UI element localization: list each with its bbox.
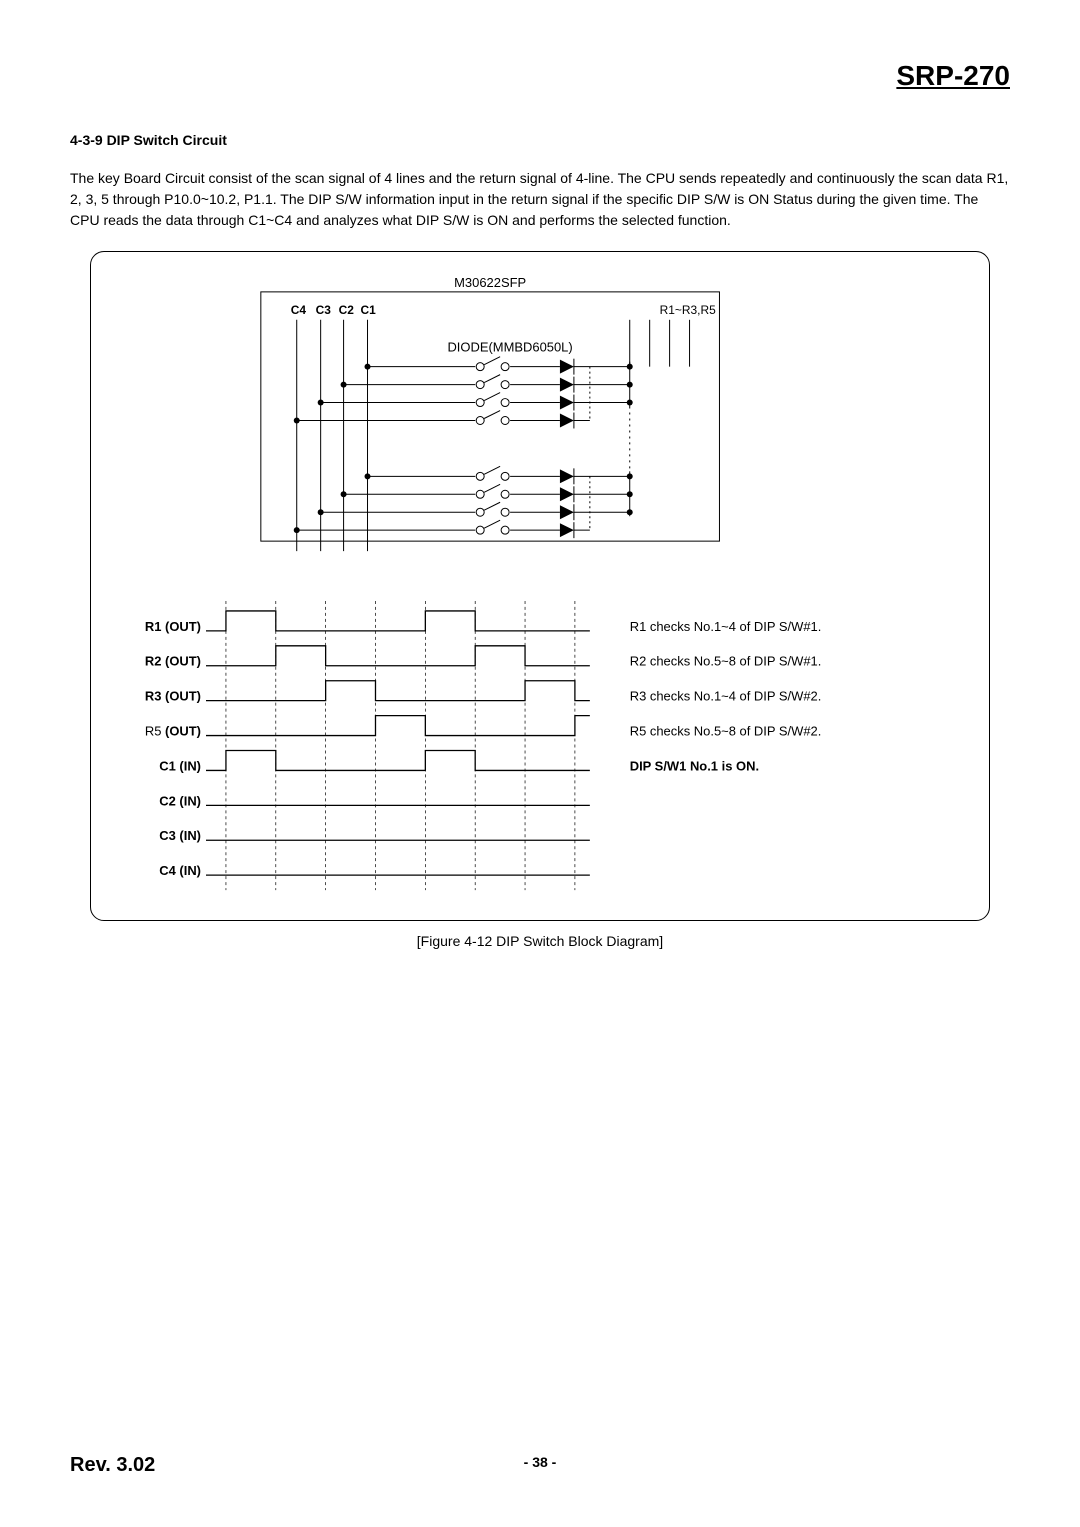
c4-label: C4	[291, 303, 307, 317]
r-bus-label: R1~R3,R5	[660, 303, 716, 317]
diagram-svg: M30622SFP C4 C3 C2 C1 R1~R3,R5 DIODE(MMB…	[91, 252, 989, 920]
section-paragraph: The key Board Circuit consist of the sca…	[70, 168, 1010, 231]
mcu-label: M30622SFP	[454, 275, 526, 290]
page-number: - 38 -	[524, 1454, 557, 1470]
diode-label: DIODE(MMBD6050L)	[447, 340, 572, 355]
dip-switch-diagram: M30622SFP C4 C3 C2 C1 R1~R3,R5 DIODE(MMB…	[90, 251, 990, 921]
timing-label-c4: C4 (IN)	[159, 863, 201, 878]
section-heading: 4-3-9 DIP Switch Circuit	[70, 132, 1010, 148]
timing-status: DIP S/W1 No.1 is ON.	[630, 758, 759, 773]
timing-note-r3: R3 checks No.1~4 of DIP S/W#2.	[630, 689, 822, 704]
timing-label-r3: R3 (OUT)	[145, 689, 201, 704]
revision-label: Rev. 3.02	[70, 1454, 155, 1477]
timing-label-c2: C2 (IN)	[159, 793, 201, 808]
timing-note-r1: R1 checks No.1~4 of DIP S/W#1.	[630, 619, 822, 634]
document-model-header: SRP-270	[70, 60, 1010, 92]
c3-label: C3	[316, 303, 332, 317]
switch-bank-1	[294, 357, 633, 429]
timing-label-c1: C1 (IN)	[159, 758, 201, 773]
c-lines: C4 C3 C2 C1	[291, 303, 376, 317]
timing-note-r2: R2 checks No.5~8 of DIP S/W#1.	[630, 654, 822, 669]
timing-label-c3: C3 (IN)	[159, 828, 201, 843]
timing-note-r5: R5 checks No.5~8 of DIP S/W#2.	[630, 724, 822, 739]
timing-label-r1: R1 (OUT)	[145, 619, 201, 634]
c1-label: C1	[361, 303, 377, 317]
timing-diagram: R1 (OUT) R2 (OUT) R3 (OUT) R5 (OUT) C1 (…	[145, 601, 821, 890]
figure-caption: [Figure 4-12 DIP Switch Block Diagram]	[70, 933, 1010, 949]
c2-label: C2	[339, 303, 355, 317]
page-footer: Rev. 3.02 - 38 -	[70, 1454, 1010, 1477]
timing-label-r2: R2 (OUT)	[145, 654, 201, 669]
switch-bank-2	[294, 466, 633, 538]
timing-label-r5: R5 (OUT)	[145, 724, 201, 739]
